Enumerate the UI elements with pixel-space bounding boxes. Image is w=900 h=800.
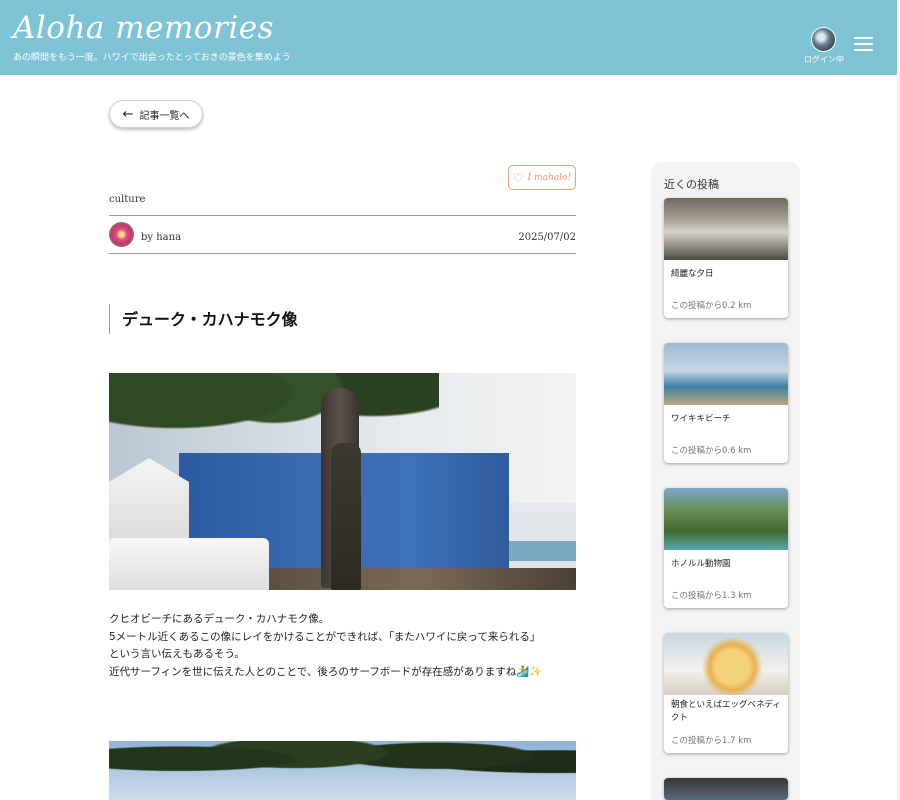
nearby-post-distance: この投稿から0.6 km	[671, 446, 752, 456]
user-avatar[interactable]	[811, 27, 836, 52]
post-author: by hana	[141, 232, 182, 243]
nearby-post-distance: この投稿から1.3 km	[671, 591, 752, 601]
login-status-label: ログイン中	[804, 55, 844, 64]
author-avatar[interactable]	[109, 222, 134, 247]
nearby-post-name: 朝食といえばエッグベネディクト	[671, 700, 781, 723]
nearby-post-thumbnail	[664, 343, 788, 405]
nearby-post-thumbnail	[664, 633, 788, 695]
mahalo-label: I mahalo!	[527, 172, 572, 183]
post-body-line: という言い伝えもあるそう。	[109, 648, 245, 660]
nearby-post-distance: この投稿から0.2 km	[671, 301, 752, 311]
arrow-left-icon: ←	[122, 106, 134, 122]
nearby-post-card[interactable]	[664, 778, 788, 800]
nearby-post-card[interactable]: 綺麗な夕日 この投稿から0.2 km	[664, 198, 788, 318]
divider	[109, 253, 576, 254]
post-category: culture	[109, 194, 146, 205]
nearby-post-distance: この投稿から1.7 km	[671, 736, 752, 746]
post-title: デューク・カハナモク像	[122, 310, 298, 329]
site-title[interactable]: Aloha memories	[13, 10, 274, 46]
post-photo-duke-statue	[109, 373, 576, 590]
nearby-post-thumbnail	[664, 488, 788, 550]
nearby-post-card[interactable]: 朝食といえばエッグベネディクト この投稿から1.7 km	[664, 633, 788, 753]
back-to-list-button[interactable]: ← 記事一覧へ	[109, 100, 203, 128]
site-subtitle: あの瞬間をもう一度。ハワイで出会ったとっておきの景色を集めよう	[13, 53, 291, 63]
nearby-post-thumbnail	[664, 778, 788, 800]
post-date: 2025/07/02	[518, 232, 576, 243]
nearby-post-name: ホノルル動物園	[671, 559, 731, 569]
nearby-post-card[interactable]: ホノルル動物園 この投稿から1.3 km	[664, 488, 788, 608]
nearby-post-name: ワイキキビーチ	[671, 414, 731, 424]
heart-icon: ♡	[512, 170, 524, 185]
post-body-line: 近代サーフィンを世に伝えた人とのことで、後ろのサーフボードが存在感がありますね🏄…	[109, 665, 543, 678]
post-body-line: クヒオビーチにあるデューク・カハナモク像。	[109, 613, 330, 625]
post-body-line: 5メートル近くあるこの像にレイをかけることができれば、「またハワイに戻って来られ…	[109, 630, 541, 643]
nearby-post-thumbnail	[664, 198, 788, 260]
divider	[109, 215, 576, 216]
post-photo-palms	[109, 741, 576, 800]
post-body: クヒオビーチにあるデューク・カハナモク像。 5メートル近くあるこの像にレイをかけ…	[109, 611, 579, 681]
back-button-label: 記事一覧へ	[139, 110, 190, 122]
mahalo-button[interactable]: ♡ I mahalo!	[508, 165, 576, 190]
hamburger-menu-icon[interactable]	[854, 37, 876, 53]
site-header: Aloha memories あの瞬間をもう一度。ハワイで出会ったとっておきの景…	[0, 0, 897, 75]
title-accent-bar	[109, 304, 110, 334]
nearby-post-name: 綺麗な夕日	[671, 269, 714, 279]
nearby-post-card[interactable]: ワイキキビーチ この投稿から0.6 km	[664, 343, 788, 463]
sidebar-title: 近くの投稿	[664, 178, 719, 191]
